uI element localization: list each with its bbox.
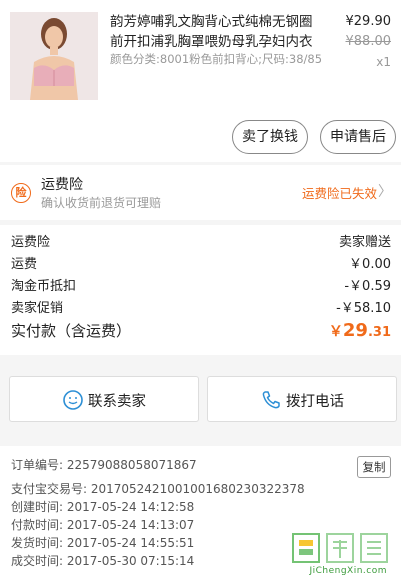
paid-time: 付款时间: 2017-05-24 14:13:07 <box>11 518 195 532</box>
fee-row: 运费险 卖家赠送 <box>0 233 401 253</box>
product-price: ¥29.90 <box>345 14 392 29</box>
fee-value: 卖家赠送 <box>338 235 391 250</box>
contact-seller-button[interactable]: 联系卖家 <box>9 376 199 422</box>
product-original-price: ¥88.00 <box>345 34 392 49</box>
chat-icon <box>63 390 83 410</box>
copy-button[interactable]: 复制 <box>357 456 391 478</box>
fee-value: ￥0.00 <box>349 257 391 272</box>
insurance-title: 运费险 <box>41 177 83 193</box>
created-time: 创建时间: 2017-05-24 14:12:58 <box>11 500 195 514</box>
total-row: 实付款（含运费） ￥29.31 <box>0 319 401 343</box>
exchange-button[interactable]: 卖了换钱 <box>232 120 308 154</box>
phone-icon <box>262 391 280 409</box>
after-sale-button[interactable]: 申请售后 <box>320 120 396 154</box>
product-card[interactable]: 韵芳婷哺乳文胸背心式纯棉无钢圈前开扣浦乳胸罩喂奶母乳孕妇内衣 颜色分类:8001… <box>0 0 401 162</box>
product-spec: 颜色分类:8001粉色前扣背心;尺码:38/85 <box>110 52 323 66</box>
total-amount: ￥29.31 <box>329 319 391 345</box>
order-number: 订单编号: 22579088058071867 <box>11 458 197 472</box>
watermark-domain: JiChengXin.com <box>309 566 387 576</box>
total-decimal: .31 <box>367 325 391 340</box>
call-phone-label: 拨打电话 <box>286 394 344 410</box>
completed-time: 成交时间: 2017-05-30 07:15:14 <box>11 554 195 568</box>
contact-seller-label: 联系卖家 <box>88 394 146 410</box>
fee-label: 运费险 <box>11 235 51 250</box>
shipping-insurance-row[interactable]: 险 运费险 确认收货前退货可理赔 运费险已失效 〉 <box>0 165 401 220</box>
fee-value: -￥0.59 <box>344 279 391 294</box>
chevron-right-icon: 〉 <box>378 184 392 200</box>
fee-row: 运费 ￥0.00 <box>0 255 401 275</box>
insurance-status: 运费险已失效 <box>301 186 377 201</box>
watermark-logo: JiChengXin.com <box>285 530 395 578</box>
total-currency: ￥ <box>328 324 343 340</box>
fee-summary: 运费险 卖家赠送 运费 ￥0.00 淘金币抵扣 -￥0.59 卖家促销 -￥58… <box>0 225 401 355</box>
product-quantity: x1 <box>376 55 391 69</box>
fee-row: 卖家促销 -￥58.10 <box>0 299 401 319</box>
fee-label: 淘金币抵扣 <box>11 279 77 294</box>
watermark-chars-icon <box>292 533 388 563</box>
fee-label: 卖家促销 <box>11 301 64 316</box>
insurance-icon: 险 <box>11 183 31 203</box>
total-label: 实付款（含运费） <box>11 322 132 340</box>
insurance-subtitle: 确认收货前退货可理赔 <box>41 196 162 210</box>
product-title[interactable]: 韵芳婷哺乳文胸背心式纯棉无钢圈前开扣浦乳胸罩喂奶母乳孕妇内衣 <box>110 12 325 52</box>
call-phone-button[interactable]: 拨打电话 <box>207 376 397 422</box>
total-integer: 29 <box>342 320 368 341</box>
fee-row: 淘金币抵扣 -￥0.59 <box>0 277 401 297</box>
fee-value: -￥58.10 <box>336 301 391 316</box>
alipay-trade-number: 支付宝交易号: 2017052421001001680230322378 <box>11 482 305 496</box>
product-thumbnail[interactable] <box>10 12 98 100</box>
contact-area: 联系卖家 拨打电话 <box>0 360 401 436</box>
fee-label: 运费 <box>11 257 38 272</box>
shipped-time: 发货时间: 2017-05-24 14:55:51 <box>11 536 195 550</box>
